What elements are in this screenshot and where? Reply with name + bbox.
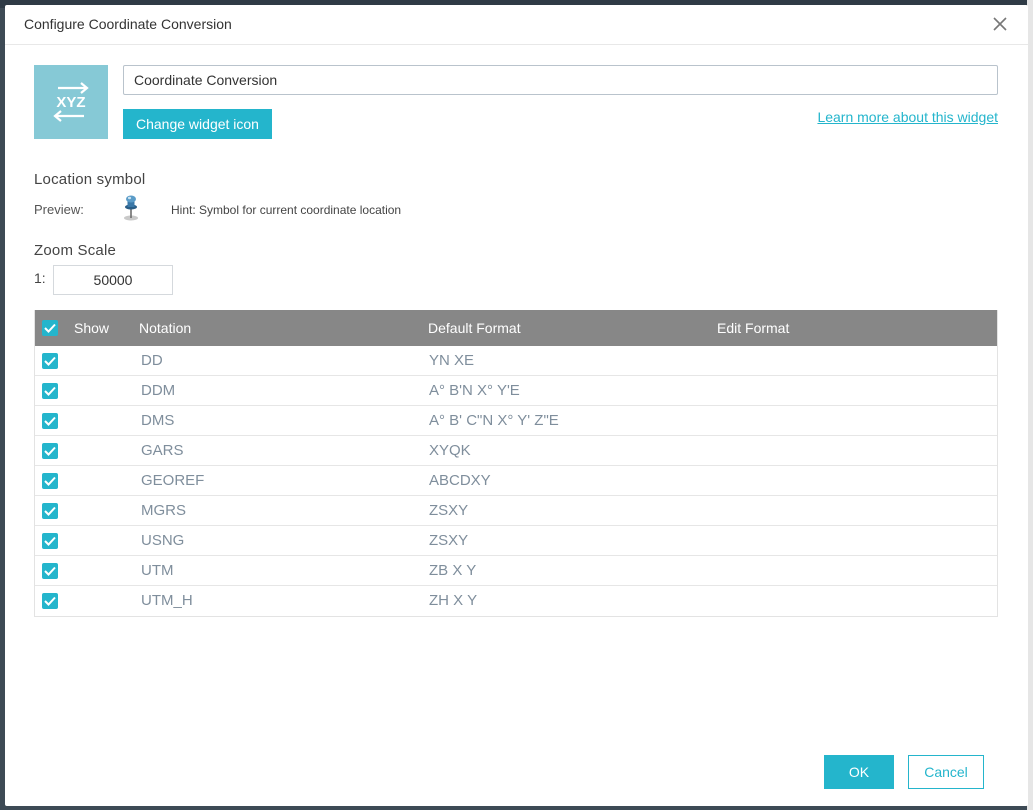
check-icon	[44, 476, 56, 486]
zoom-scale-prefix: 1:	[34, 270, 46, 286]
show-checkbox[interactable]	[42, 353, 58, 369]
zoom-scale-input[interactable]	[53, 265, 173, 295]
notation-cell: DMS	[141, 412, 175, 429]
table-row: USNG ZSXY	[35, 526, 997, 556]
table-header: Show Notation Default Format Edit Format	[35, 310, 997, 346]
check-icon	[44, 536, 56, 546]
notation-cell: GEOREF	[141, 472, 205, 489]
default-format-cell: ZH X Y	[429, 592, 478, 609]
dialog-title: Configure Coordinate Conversion	[24, 16, 232, 32]
default-format-cell: ZSXY	[429, 502, 469, 519]
show-checkbox[interactable]	[42, 443, 58, 459]
select-all-checkbox[interactable]	[42, 320, 58, 336]
preview-label: Preview:	[34, 202, 84, 217]
widget-icon-tile: XYZ	[34, 65, 108, 139]
header-edit-format: Edit Format	[717, 320, 790, 336]
table-row: GARS XYQK	[35, 436, 997, 466]
check-icon	[44, 416, 56, 426]
table-row: DD YN XE	[35, 346, 997, 376]
show-checkbox[interactable]	[42, 533, 58, 549]
notation-cell: USNG	[141, 532, 185, 549]
default-format-cell: YN XE	[429, 352, 475, 369]
table-row: UTM ZB X Y	[35, 556, 997, 586]
default-format-cell: ABCDXY	[429, 472, 491, 489]
configure-dialog: Configure Coordinate Conversion XYZ Chan…	[5, 5, 1028, 806]
notation-cell: DD	[141, 352, 163, 369]
show-checkbox[interactable]	[42, 593, 58, 609]
zoom-scale-heading: Zoom Scale	[34, 242, 117, 259]
header-default-format: Default Format	[428, 320, 521, 336]
svg-text:XYZ: XYZ	[56, 94, 85, 111]
show-checkbox[interactable]	[42, 503, 58, 519]
notation-cell: UTM_H	[141, 592, 193, 609]
change-widget-icon-button[interactable]: Change widget icon	[123, 109, 272, 139]
show-checkbox[interactable]	[42, 413, 58, 429]
close-icon[interactable]	[990, 14, 1010, 34]
header-show: Show	[74, 320, 110, 336]
check-icon	[44, 446, 56, 456]
table-body: DD YN XE DDM A° B'N X° Y'E DMS A° B' C"N X° Y…	[35, 346, 997, 616]
table-row: MGRS ZSXY	[35, 496, 997, 526]
default-format-cell: A° B'N X° Y'E	[429, 382, 520, 399]
default-format-cell: ZB X Y	[429, 562, 477, 579]
table-row: DMS A° B' C"N X° Y' Z"E	[35, 406, 997, 436]
check-icon	[44, 323, 56, 333]
check-icon	[44, 386, 56, 396]
table-row: UTM_H ZH X Y	[35, 586, 997, 616]
check-icon	[44, 506, 56, 516]
default-format-cell: ZSXY	[429, 532, 469, 549]
xyz-convert-icon: XYZ	[53, 82, 89, 122]
cancel-button[interactable]: Cancel	[908, 755, 984, 789]
learn-more-link[interactable]: Learn more about this widget	[817, 109, 998, 125]
show-checkbox[interactable]	[42, 473, 58, 489]
default-format-cell: XYQK	[429, 442, 471, 459]
ok-button[interactable]: OK	[824, 755, 894, 789]
notation-cell: DDM	[141, 382, 176, 399]
notation-table: Show Notation Default Format Edit Format…	[34, 310, 998, 617]
show-checkbox[interactable]	[42, 383, 58, 399]
table-row: GEOREF ABCDXY	[35, 466, 997, 496]
check-icon	[44, 596, 56, 606]
location-hint: Hint: Symbol for current coordinate loca…	[171, 203, 402, 217]
location-symbol-heading: Location symbol	[34, 171, 146, 188]
table-row: DDM A° B'N X° Y'E	[35, 376, 997, 406]
default-format-cell: A° B' C"N X° Y' Z"E	[429, 412, 559, 429]
notation-cell: GARS	[141, 442, 184, 459]
widget-name-input[interactable]	[123, 65, 998, 95]
notation-cell: MGRS	[141, 502, 186, 519]
header-notation: Notation	[139, 320, 192, 336]
notation-cell: UTM	[141, 562, 174, 579]
show-checkbox[interactable]	[42, 563, 58, 579]
check-icon	[44, 566, 56, 576]
pushpin-icon[interactable]	[122, 194, 140, 222]
dialog-titlebar: Configure Coordinate Conversion	[5, 5, 1028, 45]
check-icon	[44, 356, 56, 366]
